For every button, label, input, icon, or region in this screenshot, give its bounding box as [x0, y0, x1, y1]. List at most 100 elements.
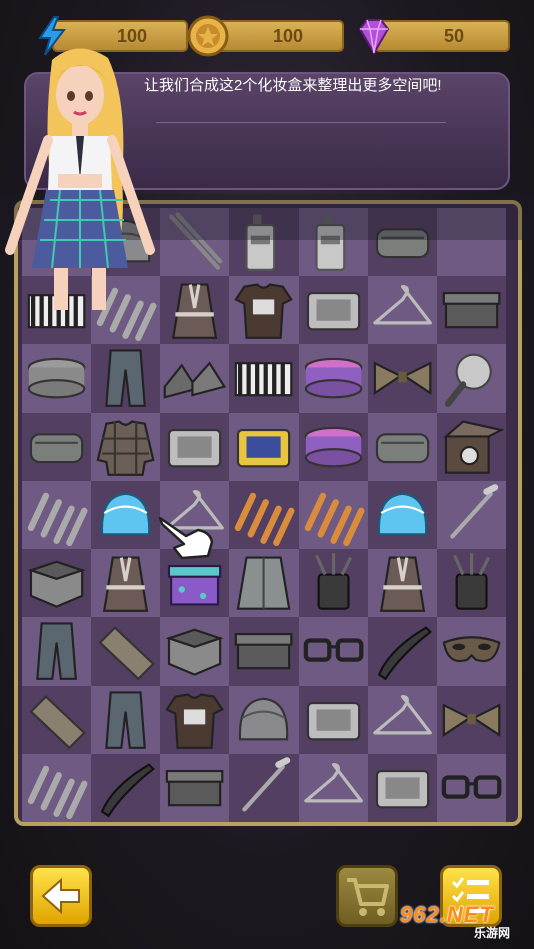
board-cell[interactable]: [436, 480, 506, 550]
glasses-icon: [441, 775, 502, 799]
glasses-icon: [303, 638, 363, 663]
makeup-case-icon: [306, 701, 360, 740]
mask-icon: [442, 636, 501, 663]
makeup-case-yellow-icon: [237, 428, 291, 468]
board-cell[interactable]: [229, 549, 299, 618]
board-cell[interactable]: [229, 412, 299, 481]
coin-icon: [187, 15, 229, 57]
board-cell[interactable]: [160, 412, 230, 481]
hair-clip-icon: [100, 763, 156, 818]
board-cell[interactable]: [367, 412, 437, 481]
gem-icon: [358, 19, 390, 55]
board-cell[interactable]: [367, 685, 437, 754]
board-cell[interactable]: [229, 276, 299, 345]
board-cell[interactable]: [22, 617, 92, 686]
makeup-brush-stick-icon: [450, 484, 499, 539]
board-cell[interactable]: [436, 276, 506, 345]
board-cell[interactable]: [367, 480, 437, 550]
board-cell[interactable]: [298, 753, 368, 822]
board-cell[interactable]: [298, 549, 368, 618]
board-cell[interactable]: [160, 753, 230, 822]
board-cell[interactable]: [298, 480, 368, 550]
board-cell[interactable]: [22, 685, 92, 754]
jeans-icon: [36, 622, 77, 681]
bow-tie-icon: [442, 703, 501, 737]
tutorial-pointer-hand-icon: [158, 516, 214, 560]
sneakers-icon: [163, 361, 227, 400]
site-watermark: 962.NET 乐游网: [396, 902, 526, 942]
board-cell[interactable]: [160, 276, 230, 345]
jacket-icon: [237, 556, 291, 610]
necktie-icon: [29, 694, 86, 749]
board-cell[interactable]: [367, 344, 437, 413]
graphic-tshirt-icon: [234, 283, 294, 340]
arrow-left-icon: [41, 877, 80, 915]
brush-cup-icon: [452, 553, 490, 610]
board-cell[interactable]: [229, 753, 299, 822]
board-cell[interactable]: [91, 753, 161, 822]
jeans-icon: [105, 349, 147, 408]
board-cell[interactable]: [436, 344, 506, 413]
board-cell[interactable]: [367, 753, 437, 822]
hanger-icon: [372, 694, 432, 735]
board-cell[interactable]: [91, 685, 161, 754]
clothespins-orange-icon: [304, 492, 365, 546]
clothespins-orange-icon: [235, 492, 295, 546]
hair-clip-icon: [377, 626, 432, 681]
board-cell[interactable]: [367, 276, 437, 345]
shop-cart-button[interactable]: [336, 865, 398, 927]
board-cell[interactable]: [229, 344, 299, 413]
board-cell[interactable]: [22, 480, 92, 550]
watch-box-icon: [443, 420, 505, 474]
board-cell[interactable]: [436, 753, 506, 822]
board-cell[interactable]: [22, 412, 92, 481]
makeup-case-icon: [168, 428, 222, 468]
open-box-icon: [27, 560, 86, 608]
round-box-pink-icon: [304, 426, 362, 468]
necktie-icon: [98, 626, 155, 681]
gift-box-icon: [235, 633, 293, 670]
board-cell[interactable]: [436, 617, 506, 686]
makeup-pouch-blue-icon: [101, 492, 151, 536]
hint-message: 让我们合成这2个化妆盒来整理出更多空间吧!: [144, 77, 442, 94]
board-cell[interactable]: [91, 549, 161, 618]
board-cell[interactable]: [298, 276, 368, 345]
board-cell[interactable]: [91, 617, 161, 686]
board-cell[interactable]: [298, 685, 368, 754]
board-cell[interactable]: [229, 685, 299, 754]
board-cell[interactable]: [298, 412, 368, 481]
makeup-pouch-icon: [239, 697, 289, 740]
board-cell[interactable]: [436, 549, 506, 618]
dialog-divider: [156, 122, 446, 123]
board-cell[interactable]: [22, 344, 92, 413]
board-cell[interactable]: [160, 344, 230, 413]
hanger-icon: [303, 762, 363, 803]
board-cell[interactable]: [436, 685, 506, 754]
hanger-icon: [372, 285, 432, 325]
plaid-shirt-icon: [96, 420, 155, 476]
board-cell[interactable]: [367, 617, 437, 686]
board-cell[interactable]: [22, 753, 92, 822]
gift-box-icon: [166, 769, 224, 806]
board-cell[interactable]: [229, 480, 299, 550]
board-cell[interactable]: [91, 344, 161, 413]
board-cell[interactable]: [160, 617, 230, 686]
makeup-brush-icon: [444, 354, 492, 408]
board-cell[interactable]: [298, 344, 368, 413]
back-button[interactable]: [30, 865, 92, 927]
round-box-icon: [27, 358, 86, 399]
toiletry-bag-icon: [29, 432, 84, 463]
bathrobe-icon: [379, 556, 425, 612]
brush-cup-icon: [314, 553, 352, 610]
board-cell[interactable]: [91, 412, 161, 481]
board-cell[interactable]: [436, 412, 506, 481]
board-cell[interactable]: [229, 617, 299, 686]
board-cell[interactable]: [298, 617, 368, 686]
watermark-sub: 乐游网: [474, 926, 511, 940]
board-cell[interactable]: [22, 549, 92, 618]
board-cell[interactable]: [91, 480, 161, 550]
clothespins-icon: [27, 492, 88, 546]
board-cell[interactable]: [367, 549, 437, 618]
bathrobe-icon: [103, 556, 149, 612]
board-cell[interactable]: [160, 685, 230, 754]
